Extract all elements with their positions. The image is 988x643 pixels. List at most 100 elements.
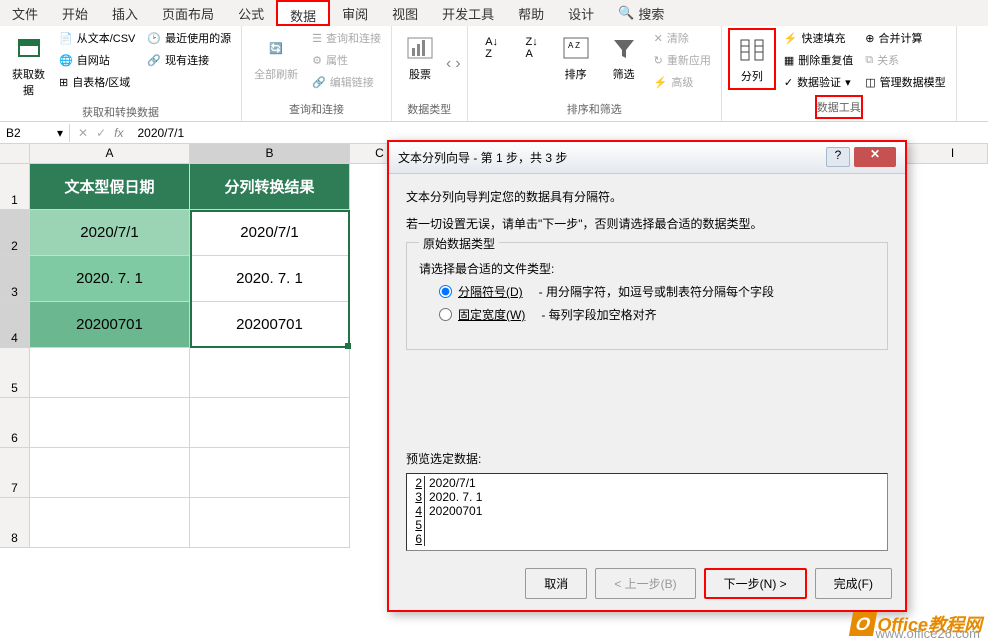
dialog-help-button[interactable]: ? <box>826 147 850 167</box>
from-web-button[interactable]: 🌐自网站 <box>55 50 139 70</box>
dialog-close-button[interactable]: ✕ <box>854 147 896 167</box>
svg-text:A Z: A Z <box>568 41 580 50</box>
cell-A1[interactable]: 文本型假日期 <box>30 164 190 210</box>
tab-dev[interactable]: 开发工具 <box>430 0 506 26</box>
table-icon: ⊞ <box>59 76 68 89</box>
tab-insert[interactable]: 插入 <box>100 0 150 26</box>
dialog-title: 文本分列向导 - 第 1 步，共 3 步 <box>398 149 567 166</box>
text-to-columns-icon <box>736 34 768 66</box>
col-header-I[interactable]: I <box>918 144 988 163</box>
nav-left-icon[interactable]: ‹ <box>446 55 451 73</box>
text-to-columns-button[interactable]: 分列 <box>728 28 776 90</box>
row-header-4[interactable]: 4 <box>0 302 30 348</box>
tab-formulas[interactable]: 公式 <box>226 0 276 26</box>
ribbon: 获取数 据 📄从文本/CSV 🌐自网站 ⊞自表格/区域 🕑最近使用的源 🔗现有连… <box>0 26 988 122</box>
radio-fixed-width[interactable] <box>439 308 452 321</box>
cancel-button[interactable]: 取消 <box>525 568 587 599</box>
web-icon: 🌐 <box>59 54 73 67</box>
text-to-columns-wizard-dialog: 文本分列向导 - 第 1 步，共 3 步 ? ✕ 文本分列向导判定您的数据具有分… <box>387 140 907 612</box>
row-header-1[interactable]: 1 <box>0 164 30 210</box>
row-header-5[interactable]: 5 <box>0 348 30 398</box>
row-header-2[interactable]: 2 <box>0 210 30 256</box>
stocks-button[interactable]: 股票 <box>398 28 442 86</box>
tab-page-layout[interactable]: 页面布局 <box>150 0 226 26</box>
clear-button[interactable]: ✕清除 <box>650 28 715 48</box>
enter-icon[interactable]: ✓ <box>96 126 106 140</box>
preview-box[interactable]: 22020/7/1 32020. 7. 1 420200701 5 6 <box>406 473 888 551</box>
cell-B2[interactable]: 2020/7/1 <box>190 210 350 256</box>
tab-home[interactable]: 开始 <box>50 0 100 26</box>
group4-label: 排序和筛选 <box>474 99 715 119</box>
refresh-all-button[interactable]: 🔄 全部刷新 <box>248 28 304 86</box>
sort-button[interactable]: A Z 排序 <box>554 28 598 86</box>
consolidate-button[interactable]: ⊕合并计算 <box>861 28 949 48</box>
queries-button[interactable]: ☰查询和连接 <box>308 28 385 48</box>
tab-search[interactable]: 🔍 搜索 <box>606 0 676 26</box>
sort-az-button[interactable]: A↓Z <box>474 28 510 68</box>
tab-review[interactable]: 审阅 <box>330 0 380 26</box>
get-data-button[interactable]: 获取数 据 <box>6 28 51 102</box>
reapply-button[interactable]: ↻重新应用 <box>650 50 715 70</box>
cell-A3[interactable]: 2020. 7. 1 <box>30 256 190 302</box>
properties-button[interactable]: ⚙属性 <box>308 50 385 70</box>
reapply-icon: ↻ <box>654 54 663 67</box>
row-header-7[interactable]: 7 <box>0 448 30 498</box>
get-data-icon <box>13 32 45 64</box>
group2-label: 查询和连接 <box>248 99 385 119</box>
name-box[interactable]: B2 ▾ <box>0 124 70 142</box>
formula-input[interactable]: 2020/7/1 <box>131 124 988 142</box>
fieldset-legend: 原始数据类型 <box>419 235 499 252</box>
filter-button[interactable]: 筛选 <box>602 28 646 86</box>
cell-B3[interactable]: 2020. 7. 1 <box>190 256 350 302</box>
cell-B1[interactable]: 分列转换结果 <box>190 164 350 210</box>
tab-data[interactable]: 数据 <box>276 0 330 26</box>
next-button[interactable]: 下一步(N) > <box>704 568 807 599</box>
manage-model-button[interactable]: ◫管理数据模型 <box>861 72 949 92</box>
radio2-desc: - 每列字段加空格对齐 <box>541 306 656 323</box>
sort-za-button[interactable]: Z↓A <box>514 28 550 68</box>
nav-right-icon[interactable]: › <box>455 55 460 73</box>
radio-fixed-label[interactable]: 固定宽度(W) <box>458 306 525 323</box>
back-button: < 上一步(B) <box>595 568 695 599</box>
properties-icon: ⚙ <box>312 54 322 67</box>
advanced-icon: ⚡ <box>654 76 668 89</box>
cell-B4[interactable]: 20200701 <box>190 302 350 348</box>
tab-file[interactable]: 文件 <box>0 0 50 26</box>
tab-view[interactable]: 视图 <box>380 0 430 26</box>
dialog-titlebar[interactable]: 文本分列向导 - 第 1 步，共 3 步 ? ✕ <box>388 141 906 174</box>
finish-button[interactable]: 完成(F) <box>815 568 892 599</box>
relations-button[interactable]: ⧉关系 <box>861 50 949 70</box>
remove-dup-icon: ▦ <box>784 54 794 67</box>
fx-icon[interactable]: fx <box>114 126 123 140</box>
recent-sources-button[interactable]: 🕑最近使用的源 <box>143 28 235 48</box>
row-header-8[interactable]: 8 <box>0 498 30 548</box>
col-header-A[interactable]: A <box>30 144 190 163</box>
group3-label: 数据类型 <box>398 99 461 119</box>
cell-A2[interactable]: 2020/7/1 <box>30 210 190 256</box>
data-val-button[interactable]: ✓数据验证▾ <box>780 72 857 92</box>
recent-icon: 🕑 <box>147 32 161 45</box>
watermark-url: www.office26.com <box>875 626 980 641</box>
col-header-B[interactable]: B <box>190 144 350 163</box>
row-header-3[interactable]: 3 <box>0 256 30 302</box>
tab-help[interactable]: 帮助 <box>506 0 556 26</box>
group-sort-filter: A↓Z Z↓A A Z 排序 筛选 ✕清除 ↻重新应用 ⚡高级 排序和筛选 <box>468 26 722 121</box>
from-table-button[interactable]: ⊞自表格/区域 <box>55 72 139 92</box>
chevron-down-icon[interactable]: ▾ <box>57 126 63 140</box>
row-header-6[interactable]: 6 <box>0 398 30 448</box>
cancel-icon[interactable]: ✕ <box>78 126 88 140</box>
flash-fill-button[interactable]: ⚡快速填充 <box>780 28 857 48</box>
from-text-button[interactable]: 📄从文本/CSV <box>55 28 139 48</box>
cell-A4[interactable]: 20200701 <box>30 302 190 348</box>
preview-label: 预览选定数据: <box>406 450 888 467</box>
edit-links-button[interactable]: 🔗编辑链接 <box>308 72 385 92</box>
select-all-corner[interactable] <box>0 144 30 163</box>
validation-icon: ✓ <box>784 76 793 89</box>
remove-dup-button[interactable]: ▦删除重复值 <box>780 50 857 70</box>
tab-design[interactable]: 设计 <box>556 0 606 26</box>
stocks-icon <box>404 32 436 64</box>
radio-delimited-label[interactable]: 分隔符号(D) <box>458 283 523 300</box>
radio-delimited[interactable] <box>439 285 452 298</box>
existing-conn-button[interactable]: 🔗现有连接 <box>143 50 235 70</box>
advanced-button[interactable]: ⚡高级 <box>650 72 715 92</box>
